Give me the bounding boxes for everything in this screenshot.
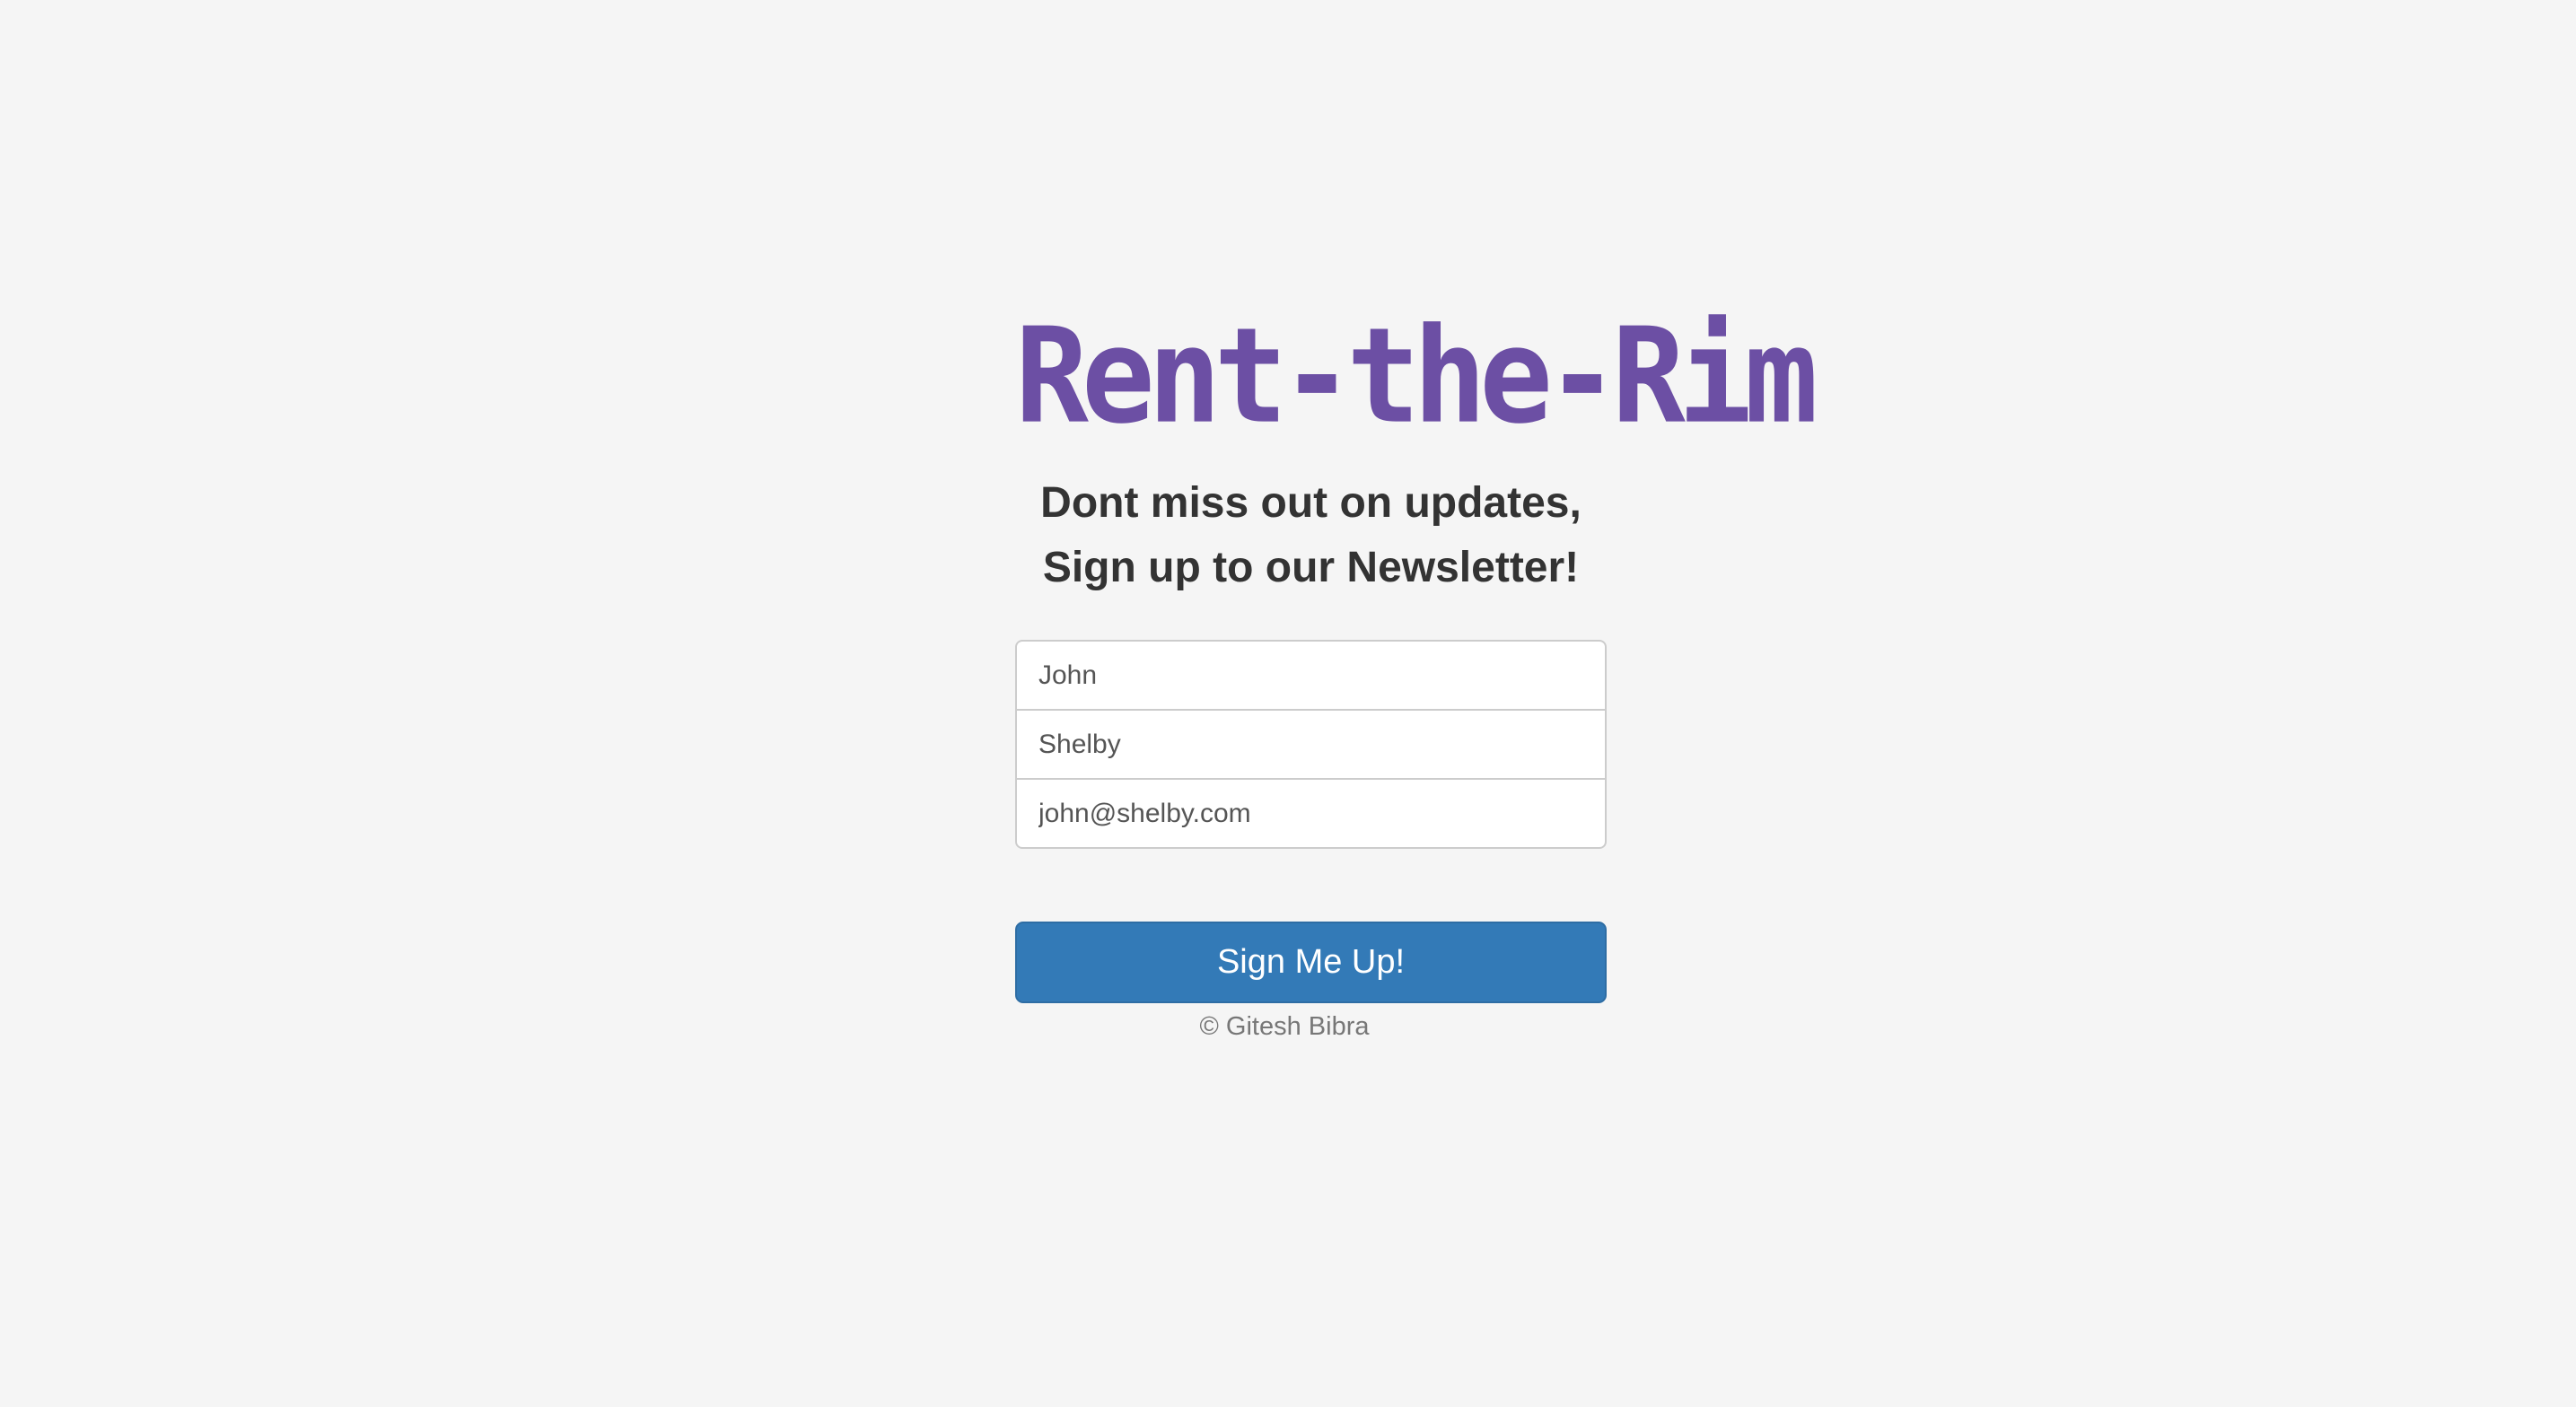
- page-heading: Dont miss out on updates, Sign up to our…: [1015, 471, 1607, 600]
- last-name-input[interactable]: [1015, 709, 1607, 780]
- first-name-input[interactable]: [1015, 640, 1607, 711]
- sign-up-button[interactable]: Sign Me Up!: [1015, 922, 1607, 1003]
- email-input[interactable]: [1015, 778, 1607, 849]
- heading-line-1: Dont miss out on updates,: [1040, 479, 1582, 527]
- brand-logo: Rent-the-Rim: [1015, 300, 1818, 454]
- heading-line-2: Sign up to our Newsletter!: [1042, 544, 1580, 591]
- copyright-footer: © Gitesh Bibra: [1199, 1012, 1370, 1041]
- signup-form: Rent-the-Rim Dont miss out on updates, S…: [1015, 311, 1818, 1044]
